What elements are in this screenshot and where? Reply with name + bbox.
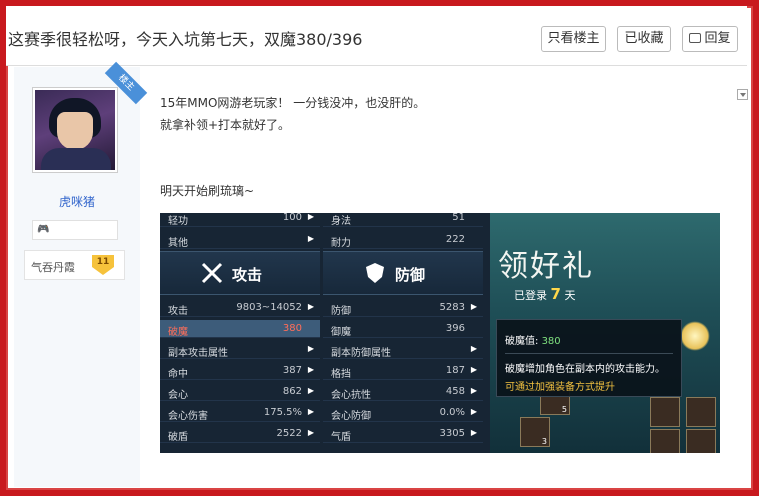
post-line-2: 就拿补领+打本就好了。 xyxy=(160,118,291,132)
defense-stat-row[interactable]: 气盾 3305 ▶ xyxy=(323,425,483,443)
attack-stat-row-selected[interactable]: 破魔 380 xyxy=(160,320,320,338)
stat-tooltip: 破魔值: 380 破魔增加角色在副本内的攻击能力。 可通过加强装备方式提升 xyxy=(496,319,682,397)
reward-slot[interactable] xyxy=(650,429,680,453)
defense-stat-row[interactable]: 会心防御 0.0% ▶ xyxy=(323,404,483,422)
attack-stat-row[interactable]: 攻击 9803~14052 ▶ xyxy=(160,299,320,317)
collapse-icon[interactable] xyxy=(737,89,748,100)
avatar-body xyxy=(41,148,111,170)
user-title: 气吞丹霞 xyxy=(31,261,75,274)
reply-label: 回复 xyxy=(704,31,731,46)
username-link[interactable]: 虎咪猪 xyxy=(14,193,140,210)
avatar[interactable] xyxy=(32,87,118,173)
defense-section-header: 防御 xyxy=(323,251,483,295)
lantern-icon xyxy=(680,321,710,351)
reward-slot[interactable] xyxy=(686,429,716,453)
login-gift-panel: 领好礼 已登录 7 天 5 3 破魔值: 380 破魔增加角色在副本内的攻击能力… xyxy=(490,213,720,453)
attack-stat-row[interactable]: 会心 862 ▶ xyxy=(160,383,320,401)
defense-stat-row[interactable]: 格挡 187 ▶ xyxy=(323,362,483,380)
defense-stat-row[interactable]: 防御 5283 ▶ xyxy=(323,299,483,317)
attack-stat-row[interactable]: 会心伤害 175.5% ▶ xyxy=(160,404,320,422)
thread-title: 这赛季很轻松呀，今天入坑第七天，双魔380/396 xyxy=(8,30,363,49)
reward-slot[interactable] xyxy=(650,397,680,427)
comment-icon xyxy=(689,33,702,43)
user-title-box: 气吞丹霞 11 xyxy=(24,250,125,280)
defense-stat-row[interactable]: 副本防御属性 ▶ xyxy=(323,341,483,359)
level-badge: 11 xyxy=(92,255,114,275)
defense-stat-row[interactable]: 会心抗性 458 ▶ xyxy=(323,383,483,401)
defense-stat-row[interactable]: 御魔 396 xyxy=(323,320,483,338)
stat-row: 身法 51 xyxy=(323,213,483,227)
user-level-box: 🎮 xyxy=(32,220,118,240)
attack-stat-row[interactable]: 命中 387 ▶ xyxy=(160,362,320,380)
stat-row: 耐力 222 xyxy=(323,231,483,249)
only-op-button[interactable]: 只看楼主 xyxy=(541,26,606,52)
author-sidebar: 楼主 虎咪猪 🎮 气吞丹霞 11 xyxy=(14,61,148,487)
tooltip-divider xyxy=(505,353,673,354)
login-days: 已登录 7 天 xyxy=(514,285,576,303)
attack-stat-row[interactable]: 破盾 2522 ▶ xyxy=(160,425,320,443)
gamepad-icon: 🎮 xyxy=(37,224,50,235)
post-line-3: 明天开始刷琉璃~ xyxy=(160,184,255,198)
game-screenshot[interactable]: 轻功 100 ▶ 身法 51 其他 ▶ 耐力 222 攻击 防御 攻击 9803~14052… xyxy=(160,213,720,453)
tooltip-description: 破魔增加角色在副本内的攻击能力。 xyxy=(505,364,665,375)
reward-slot[interactable] xyxy=(686,397,716,427)
avatar-image xyxy=(35,90,115,170)
crossed-swords-icon xyxy=(201,262,223,284)
stat-row: 其他 ▶ xyxy=(160,231,320,249)
attack-stat-row[interactable]: 副本攻击属性 ▶ xyxy=(160,341,320,359)
thread-header: 这赛季很轻松呀，今天入坑第七天，双魔380/396 只看楼主 已收藏 回复 xyxy=(6,6,747,66)
tooltip-value: 破魔值: 380 xyxy=(505,336,561,347)
attack-section-header: 攻击 xyxy=(160,251,320,295)
post-content: 15年MMO网游老玩家！ 一分钱没冲，也没肝的。 就拿补领+打本就好了。 明天开… xyxy=(160,92,425,202)
avatar-face xyxy=(57,112,93,150)
post-line-1: 15年MMO网游老玩家！ 一分钱没冲，也没肝的。 xyxy=(160,96,426,110)
gift-title: 领好礼 xyxy=(498,249,594,284)
stats-panel: 轻功 100 ▶ 身法 51 其他 ▶ 耐力 222 攻击 防御 攻击 9803~14052… xyxy=(160,213,490,453)
tooltip-hint: 可通过加强装备方式提升 xyxy=(505,382,615,393)
reply-button[interactable]: 回复 xyxy=(682,26,738,52)
shield-icon xyxy=(366,263,384,283)
stat-row: 轻功 100 ▶ xyxy=(160,213,320,227)
favorite-button[interactable]: 已收藏 xyxy=(617,26,671,52)
reward-slot[interactable]: 3 xyxy=(520,417,550,447)
